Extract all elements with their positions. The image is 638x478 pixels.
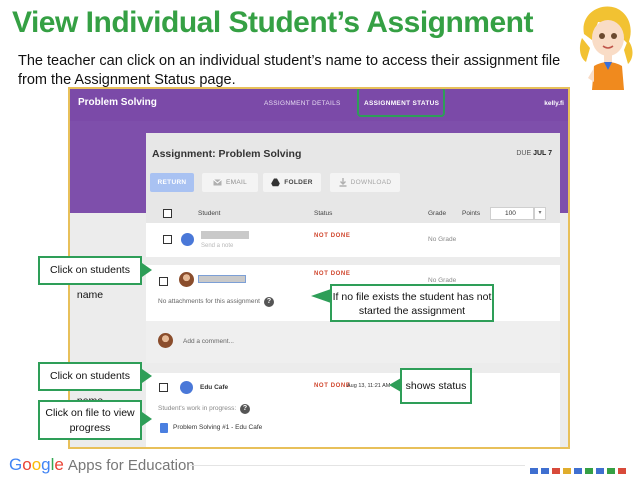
avatar xyxy=(179,272,194,287)
no-attachments-text: No attachments for this assignment xyxy=(158,298,260,305)
assignment-title: Assignment: Problem Solving xyxy=(152,148,302,160)
footer-dot xyxy=(563,468,571,474)
user-name[interactable]: kelly.fi xyxy=(544,100,564,107)
return-button[interactable]: RETURN xyxy=(150,173,194,192)
callout-shows-status: shows status xyxy=(400,368,472,404)
status-badge: NOT DONE xyxy=(314,233,351,239)
footer-dot xyxy=(574,468,582,474)
grade-column-header: Grade xyxy=(428,210,447,217)
google-wordmark: Google xyxy=(9,455,64,474)
footer-dot xyxy=(585,468,593,474)
classroom-topbar: Problem Solving ASSIGNMENT DETAILS ASSIG… xyxy=(70,89,568,121)
folder-label: FOLDER xyxy=(284,179,313,186)
help-icon[interactable]: ? xyxy=(240,404,250,414)
callout-click-student-name: Click on students name xyxy=(38,256,142,301)
footer-color-dots xyxy=(530,461,629,474)
slide-subtitle: The teacher can click on an individual s… xyxy=(18,53,561,88)
points-input[interactable]: 100 xyxy=(490,207,534,220)
footer-dot xyxy=(530,468,538,474)
mail-icon xyxy=(213,178,222,186)
avatar xyxy=(180,381,193,394)
tab-highlight-box xyxy=(357,89,445,117)
student-row[interactable]: Send a note NOT DONE No Grade xyxy=(146,223,560,257)
points-dropdown-arrow[interactable]: ▾ xyxy=(534,207,546,220)
avatar xyxy=(181,233,194,246)
comment-area: Add a comment... xyxy=(146,321,560,363)
drive-icon xyxy=(271,178,281,187)
help-icon[interactable]: ? xyxy=(264,297,274,307)
student-checkbox[interactable] xyxy=(163,235,172,244)
tab-assignment-details[interactable]: ASSIGNMENT DETAILS xyxy=(264,100,341,107)
footer-dot xyxy=(552,468,560,474)
student-file-link[interactable]: Problem Solving #1 - Edu Cafe xyxy=(173,424,262,431)
send-note-link[interactable]: Send a note xyxy=(201,243,233,249)
status-column-header: Status xyxy=(314,210,333,217)
google-apps-logo: Google Apps for Education xyxy=(9,455,195,475)
folder-button[interactable]: FOLDER xyxy=(263,173,321,192)
due-date: DUE JUL 7 xyxy=(516,150,552,157)
grade-value: No Grade xyxy=(428,277,457,284)
select-all-checkbox[interactable] xyxy=(163,209,172,218)
student-name-link[interactable]: Edu Cafe xyxy=(200,384,228,391)
student-checkbox[interactable] xyxy=(159,277,168,286)
slide-title: View Individual Student’s Assignment xyxy=(12,6,533,39)
comment-input[interactable]: Add a comment... xyxy=(183,338,234,345)
download-icon xyxy=(339,177,347,187)
classroom-screenshot: Problem Solving ASSIGNMENT DETAILS ASSIG… xyxy=(68,87,570,449)
footer-divider xyxy=(190,465,525,466)
footer-dot xyxy=(607,468,615,474)
work-in-progress-label: Student's work in progress: xyxy=(158,405,237,412)
teacher-avatar xyxy=(158,333,173,348)
callout-no-file: If no file exists the student has not st… xyxy=(330,284,494,322)
email-button[interactable]: EMAIL xyxy=(202,173,258,192)
footer-dot xyxy=(596,468,604,474)
student-checkbox[interactable] xyxy=(159,383,168,392)
student-column-header: Student xyxy=(198,210,221,217)
apps-for-education-text: Apps for Education xyxy=(67,457,195,474)
status-badge: NOT DONE xyxy=(314,383,351,389)
grade-value: No Grade xyxy=(428,236,457,243)
due-label: DUE xyxy=(516,150,532,157)
footer-dot xyxy=(541,468,549,474)
points-column-header: Points xyxy=(462,210,481,217)
student-name-redacted[interactable] xyxy=(201,231,249,239)
app-title: Problem Solving xyxy=(78,97,157,108)
mascot-illustration xyxy=(579,6,633,90)
email-label: EMAIL xyxy=(225,179,247,186)
download-label: DOWNLOAD xyxy=(350,179,392,186)
download-button[interactable]: DOWNLOAD xyxy=(330,173,400,192)
due-value: JUL 7 xyxy=(533,150,552,157)
footer-dot xyxy=(618,468,626,474)
student-name-redacted[interactable] xyxy=(198,275,246,283)
status-badge: NOT DONE xyxy=(314,271,351,277)
doc-icon xyxy=(160,423,168,433)
callout-click-file: Click on file to view progress xyxy=(38,400,142,440)
callout-click-student-name-2: Click on students name xyxy=(38,362,142,407)
student-row[interactable]: Edu Cafe NOT DONE Aug 13, 11:21 AM Stude… xyxy=(146,373,560,447)
turned-in-time: Aug 13, 11:21 AM xyxy=(347,383,391,389)
return-label: RETURN xyxy=(157,179,187,186)
